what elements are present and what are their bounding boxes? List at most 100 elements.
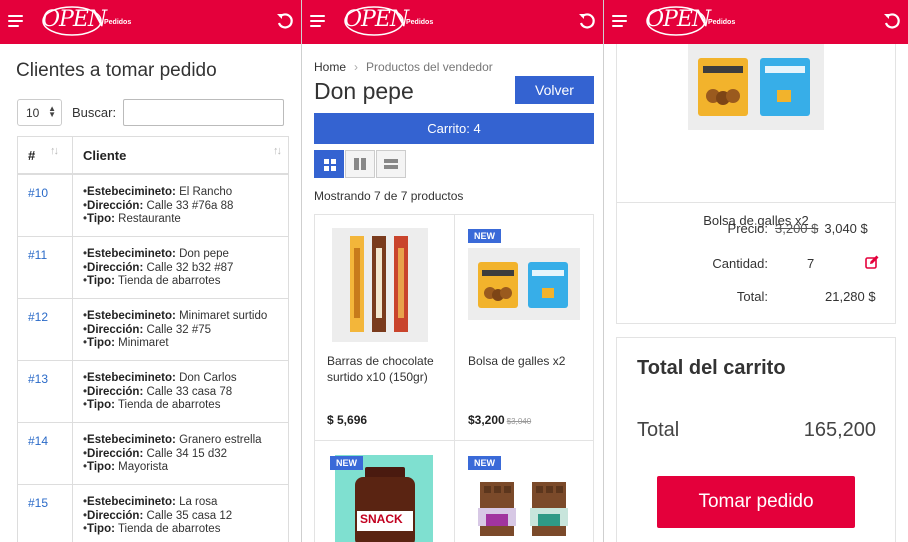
breadcrumb-current: Productos del vendedor: [366, 60, 493, 74]
menu-icon[interactable]: [310, 15, 325, 28]
new-badge: NEW: [330, 456, 363, 470]
table-row[interactable]: #12 •Estebecimineto: Minimaret surtido •Di…: [18, 299, 288, 361]
sort-arrows-icon: ▲ ▼: [48, 104, 56, 119]
product-name[interactable]: Barras de chocolate surtido x10 (150gr): [327, 353, 437, 385]
client-info: •Estebecimineto: Minimaret surtido •Direc…: [83, 310, 268, 349]
client-establishment: Don Carlos: [179, 372, 237, 384]
refresh-icon[interactable]: [276, 12, 294, 30]
table-row[interactable]: #14 •Estebecimineto: Granero estrella •Dir…: [18, 423, 288, 485]
client-type: Mayorista: [118, 461, 168, 473]
client-info: •Estebecimineto: El Rancho •Dirección: Ca…: [83, 186, 234, 225]
logo: OPEN Pedidos: [344, 4, 438, 40]
client-address: Calle 33 #76a 88: [146, 199, 234, 212]
search-label: Buscar:: [72, 105, 117, 120]
client-type: Tienda de abarrotes: [117, 399, 221, 411]
page-length-select[interactable]: 10 ▲ ▼: [17, 99, 62, 126]
client-establishment: La rosa: [179, 496, 218, 508]
clients-panel: OPEN Pedidos Clientes a tomar pedido 10 …: [0, 0, 301, 542]
cart-total-label: Total: [637, 419, 680, 441]
new-badge: NEW: [468, 456, 501, 470]
product-name[interactable]: Bolsa de galles x2: [468, 353, 588, 369]
client-type: Tienda de abarrotes: [117, 523, 221, 535]
top-bar: OPEN Pedidos: [302, 0, 603, 44]
product-image-text: SNACK: [360, 512, 403, 526]
table-row[interactable]: #15 •Estebecimineto: La rosa •Dirección: C…: [18, 485, 288, 542]
back-button[interactable]: Volver: [515, 76, 594, 104]
cart-item-card: Bolsa de galles x2: [616, 44, 896, 324]
menu-icon[interactable]: [612, 15, 627, 28]
list-view-button[interactable]: [376, 150, 406, 178]
client-address: Calle 32 #75: [146, 323, 212, 336]
client-info: •Estebecimineto: La rosa •Dirección: Call…: [83, 496, 233, 535]
client-id-link[interactable]: #11: [28, 248, 47, 262]
new-badge: NEW: [468, 229, 501, 243]
client-id-link[interactable]: #14: [28, 434, 48, 448]
table-row[interactable]: #13 •Estebecimineto: Don Carlos •Dirección…: [18, 361, 288, 423]
seller-title: Don pepe: [314, 78, 414, 104]
sort-icon[interactable]: ↑↓: [50, 145, 59, 157]
client-id-link[interactable]: #12: [28, 310, 48, 324]
price-label: Precio:: [727, 221, 768, 236]
cart-button[interactable]: Carrito: 4: [314, 113, 594, 144]
product-image: [468, 478, 580, 542]
subtotal-value: 21,280 $: [825, 289, 876, 304]
refresh-icon[interactable]: [578, 12, 596, 30]
table-row[interactable]: #11 •Estebecimineto: Don pepe •Dirección: …: [18, 237, 288, 299]
table-header: # ↑↓ Cliente ↑↓: [18, 136, 288, 175]
column-id[interactable]: #: [28, 148, 35, 163]
client-address: Calle 34 15 d32: [146, 447, 228, 460]
logo: OPEN Pedidos: [646, 4, 740, 40]
client-info: •Estebecimineto: Don Carlos •Dirección: C…: [83, 372, 237, 411]
client-type: Tienda de abarrotes: [117, 275, 221, 287]
client-address: Calle 32 b32 #87: [146, 261, 234, 274]
product-image: [332, 228, 428, 342]
cart-panel: OPEN Pedidos Bolsa de galles x2 Precio: …: [604, 0, 908, 542]
take-order-button[interactable]: Tomar pedido: [657, 476, 855, 528]
client-id-link[interactable]: #13: [28, 372, 48, 386]
product-image: [468, 248, 580, 320]
chevron-right-icon: ›: [354, 60, 359, 74]
product-price: $3,200 $3,040: [468, 413, 532, 427]
client-establishment: Minimaret surtido: [179, 310, 268, 322]
column-client[interactable]: Cliente: [83, 148, 126, 163]
price-value: 3,200 $3,040 $: [775, 221, 868, 236]
list-icon: [384, 159, 398, 169]
client-id-link[interactable]: #15: [28, 496, 48, 510]
breadcrumb: Home › Productos del vendedor: [314, 60, 493, 74]
products-panel: OPEN Pedidos Home › Productos del vendedor…: [302, 0, 603, 542]
product-price: $ 5,696: [327, 413, 368, 427]
grid-view-button[interactable]: [314, 150, 344, 178]
results-count: Mostrando 7 de 7 productos: [314, 189, 464, 203]
refresh-icon[interactable]: [883, 12, 901, 30]
cart-total-title: Total del carrito: [637, 357, 786, 379]
client-establishment: Granero estrella: [179, 434, 262, 446]
table-row[interactable]: #10 •Estebecimineto: El Rancho •Dirección:…: [18, 175, 288, 237]
client-address: Calle 35 casa 12: [146, 509, 233, 522]
grid-icon: [324, 159, 336, 171]
logo: OPEN Pedidos: [42, 4, 136, 40]
product-image: [688, 44, 824, 130]
columns-view-button[interactable]: [345, 150, 375, 178]
edit-icon[interactable]: [865, 255, 879, 269]
clients-table: # ↑↓ Cliente ↑↓ #10 •Estebecimineto: El R…: [17, 136, 289, 542]
client-type: Minimaret: [118, 337, 169, 349]
top-bar: OPEN Pedidos: [604, 0, 908, 44]
menu-icon[interactable]: [8, 15, 23, 28]
breadcrumb-home[interactable]: Home: [314, 60, 346, 74]
search-input[interactable]: [123, 99, 284, 126]
columns-icon: [354, 158, 366, 170]
client-info: •Estebecimineto: Don pepe •Dirección: Cal…: [83, 248, 234, 287]
page-title: Clientes a tomar pedido: [16, 60, 217, 81]
subtotal-label: Total:: [736, 289, 768, 304]
quantity-value: 7: [807, 256, 815, 271]
client-address: Calle 33 casa 78: [146, 385, 233, 398]
cart-total-value: 165,200: [803, 419, 876, 441]
quantity-label: Cantidad:: [712, 256, 768, 271]
top-bar: OPEN Pedidos: [0, 0, 301, 44]
client-establishment: El Rancho: [179, 186, 233, 198]
client-id-link[interactable]: #10: [28, 186, 48, 200]
sort-icon[interactable]: ↑↓: [273, 145, 282, 157]
client-establishment: Don pepe: [179, 248, 229, 260]
client-info: •Estebecimineto: Granero estrella •Direcc…: [83, 434, 262, 473]
client-type: Restaurante: [118, 213, 181, 225]
